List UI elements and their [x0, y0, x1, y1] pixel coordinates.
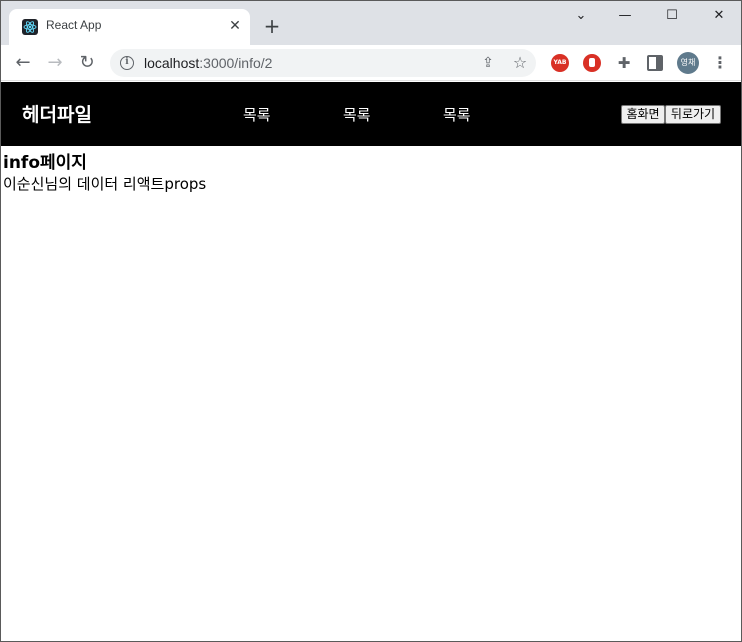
url-text[interactable]: localhost:3000/info/2	[144, 55, 272, 71]
nav-link-list-3[interactable]: 목록	[443, 104, 471, 125]
go-back-button[interactable]: 뒤로가기	[665, 105, 721, 124]
url-host: localhost	[144, 55, 200, 71]
home-button[interactable]: 홈화면	[621, 105, 665, 124]
header-logo: 헤더파일	[22, 104, 92, 126]
page-title: info페이지	[3, 153, 87, 173]
page-viewport: 헤더파일 목록 목록 목록 홈화면 뒤로가기 info페이지 이순신님의 데이터…	[1, 82, 741, 641]
browser-window: React App ✕ + ⌄ — ☐ ✕ ← → ↻ i localhost:…	[0, 0, 742, 642]
tab-close-icon[interactable]: ✕	[226, 17, 244, 35]
close-window-button[interactable]: ✕	[704, 5, 734, 27]
side-panel-icon[interactable]	[647, 55, 663, 71]
site-info-icon[interactable]: i	[120, 56, 134, 70]
reload-icon[interactable]: ↻	[74, 50, 100, 76]
nav-link-list-2[interactable]: 목록	[343, 104, 371, 125]
minimize-button[interactable]: —	[610, 5, 640, 27]
maximize-button[interactable]: ☐	[657, 5, 687, 27]
nav-link-list-1[interactable]: 목록	[243, 104, 271, 125]
extensions-puzzle-icon[interactable]: ✚	[615, 54, 633, 72]
back-arrow-icon[interactable]: ←	[10, 50, 36, 76]
tab-react-app[interactable]: React App ✕	[9, 9, 250, 45]
url-path: :3000/info/2	[199, 55, 273, 71]
yab-extension-icon[interactable]: YAB	[551, 54, 569, 72]
share-icon[interactable]: ⇪	[478, 53, 498, 73]
tab-search-chevron-icon[interactable]: ⌄	[566, 5, 596, 27]
address-bar[interactable]: i localhost:3000/info/2 ⇪ ☆	[110, 49, 536, 77]
page-body-text: 이순신님의 데이터 리액트props	[3, 175, 207, 193]
browser-menu-icon[interactable]: ⋮	[711, 51, 729, 75]
react-favicon-icon	[22, 19, 38, 35]
profile-avatar[interactable]: 영채	[677, 52, 699, 74]
forward-arrow-icon[interactable]: →	[42, 50, 68, 76]
bookmark-star-icon[interactable]: ☆	[510, 53, 530, 73]
browser-toolbar: ← → ↻ i localhost:3000/info/2 ⇪ ☆ YAB ✚ …	[1, 45, 741, 81]
new-tab-button[interactable]: +	[261, 15, 283, 37]
tab-title: React App	[46, 18, 102, 32]
adblock-extension-icon[interactable]	[583, 54, 601, 72]
app-header: 헤더파일 목록 목록 목록 홈화면 뒤로가기	[1, 82, 741, 146]
tab-strip: React App ✕ + ⌄ — ☐ ✕	[1, 1, 741, 45]
